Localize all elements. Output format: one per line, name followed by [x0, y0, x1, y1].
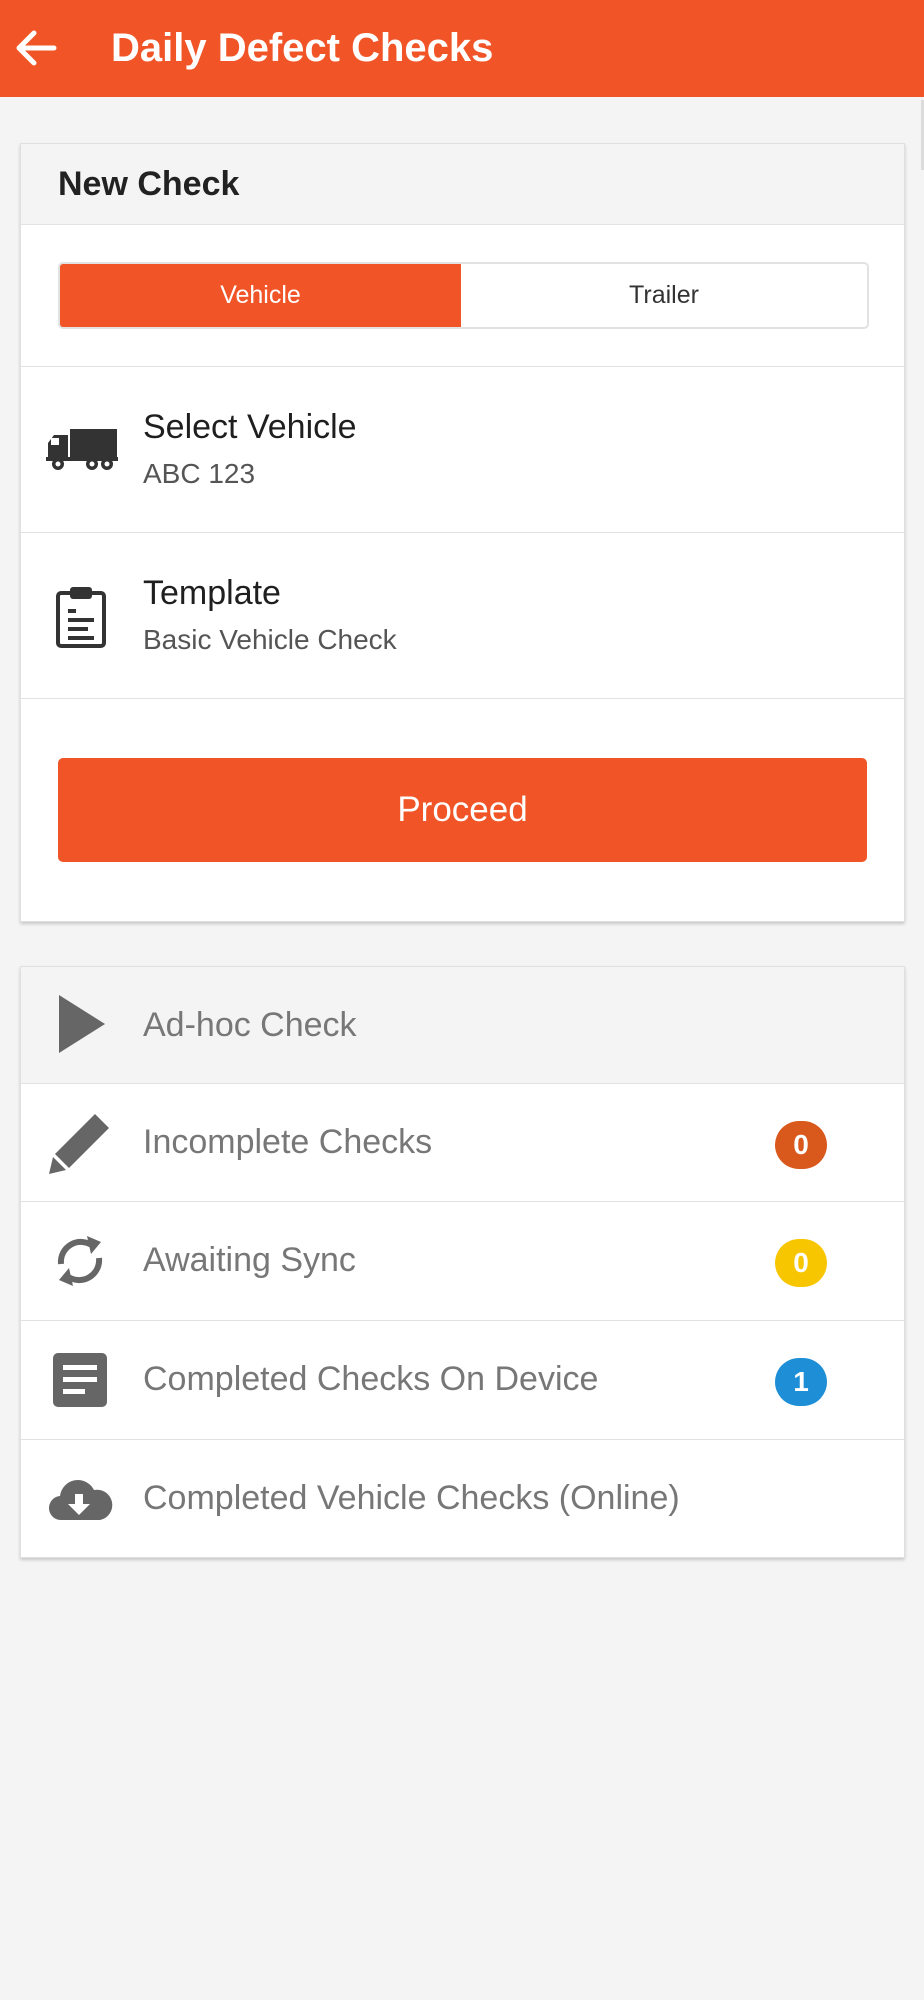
adhoc-check-label: Ad-hoc Check [143, 1006, 357, 1044]
checks-menu-card: Ad-hoc Check Incomplete Checks 0 Awaitin… [20, 966, 905, 1558]
select-vehicle-label: Select Vehicle [143, 408, 357, 446]
sync-icon [57, 1236, 103, 1286]
app-bar: Daily Defect Checks [0, 0, 924, 97]
cloud-download-icon [48, 1480, 113, 1521]
arrow-left-icon[interactable] [14, 28, 58, 68]
template-row[interactable]: Template Basic Vehicle Check [21, 533, 904, 698]
awaiting-sync-row[interactable]: Awaiting Sync 0 [21, 1202, 904, 1319]
new-check-card: New Check Vehicle Trailer Select Vehicle… [20, 143, 905, 922]
awaiting-sync-label: Awaiting Sync [143, 1241, 356, 1279]
completed-count-badge: 1 [775, 1358, 827, 1406]
card-header: New Check [21, 144, 904, 225]
awaiting-count-badge: 0 [775, 1239, 827, 1287]
completed-online-row[interactable]: Completed Vehicle Checks (Online) [21, 1440, 904, 1557]
segment-vehicle[interactable]: Vehicle [60, 264, 461, 327]
page-title: Daily Defect Checks [111, 26, 494, 70]
template-label: Template [143, 574, 281, 612]
clipboard-icon [56, 587, 106, 648]
new-check-heading: New Check [58, 165, 240, 203]
selected-vehicle-value: ABC 123 [143, 458, 256, 489]
incomplete-checks-label: Incomplete Checks [143, 1123, 433, 1161]
incomplete-count-badge: 0 [775, 1121, 827, 1169]
truck-icon [46, 429, 118, 470]
divider [21, 698, 904, 699]
segment-trailer[interactable]: Trailer [461, 264, 867, 327]
completed-on-device-row[interactable]: Completed Checks On Device 1 [21, 1321, 904, 1438]
template-value: Basic Vehicle Check [143, 624, 397, 655]
select-vehicle-row[interactable]: Select Vehicle ABC 123 [21, 367, 904, 532]
completed-on-device-label: Completed Checks On Device [143, 1360, 599, 1398]
play-icon [59, 995, 105, 1053]
adhoc-check-row[interactable]: Ad-hoc Check [21, 967, 904, 1083]
document-icon [53, 1353, 107, 1407]
incomplete-checks-row[interactable]: Incomplete Checks 0 [21, 1084, 904, 1201]
proceed-button[interactable]: Proceed [58, 758, 867, 862]
vehicle-trailer-toggle: Vehicle Trailer [58, 262, 869, 329]
pencil-icon [49, 1114, 109, 1174]
completed-online-label: Completed Vehicle Checks (Online) [143, 1479, 680, 1517]
